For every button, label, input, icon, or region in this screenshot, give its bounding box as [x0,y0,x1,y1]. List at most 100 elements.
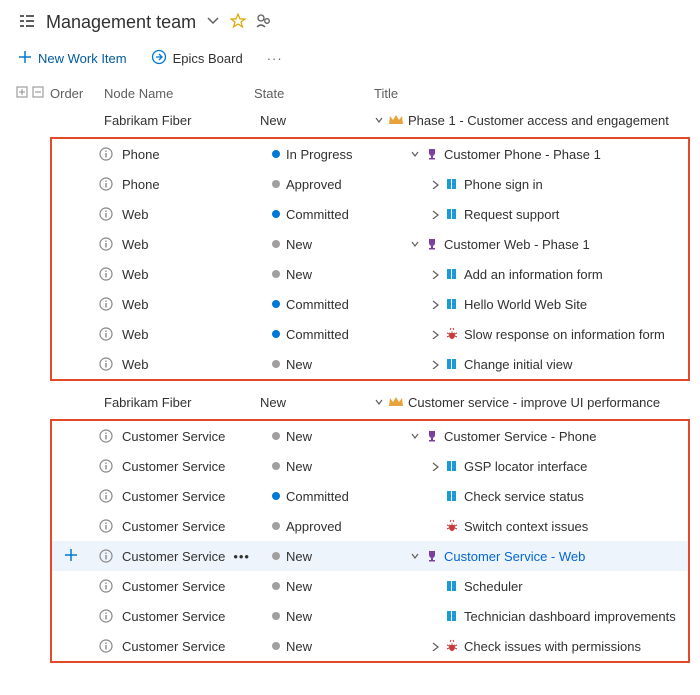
state-dot [272,360,280,368]
node-name: Web [122,267,149,282]
work-item-title[interactable]: Check service status [464,489,584,504]
tree-collapse-icon[interactable] [410,429,420,444]
info-icon[interactable] [90,489,122,503]
expand-all-button[interactable] [16,86,28,101]
work-item-row[interactable]: WebNewAdd an information form [52,259,688,289]
tree-collapse-icon[interactable] [410,237,420,252]
info-icon[interactable] [90,579,122,593]
work-item-row[interactable]: Web Committed Request support [52,199,688,229]
tree-expand-icon[interactable] [430,357,440,372]
state-dot [272,612,280,620]
state-dot [272,180,280,188]
tree-expand-icon[interactable] [430,207,440,222]
favorite-star-icon[interactable] [230,13,246,32]
work-item-row[interactable]: Customer Service•••NewCustomer Service -… [52,541,688,571]
work-item-row[interactable]: Customer ServiceNewGSP locator interface [52,451,688,481]
work-item-title[interactable]: Technician dashboard improvements [464,609,676,624]
work-item-title[interactable]: Customer Phone - Phase 1 [444,147,601,162]
info-icon[interactable] [90,609,122,623]
tree-expand-icon[interactable] [430,639,440,654]
col-node[interactable]: Node Name [104,86,254,101]
info-icon[interactable] [90,459,122,473]
epic-title[interactable]: Customer service - improve UI performanc… [408,395,660,410]
epics-board-button[interactable]: Epics Board [151,49,243,68]
work-item-title[interactable]: Customer Web - Phase 1 [444,237,590,252]
work-item-title[interactable]: Hello World Web Site [464,297,587,312]
bug-icon [444,639,460,653]
group-highlight: PhoneIn ProgressCustomer Phone - Phase 1… [50,137,690,381]
info-icon[interactable] [90,207,122,221]
backlog-item-icon [444,609,460,623]
state-label: New [286,237,312,252]
info-icon[interactable] [90,519,122,533]
work-item-title[interactable]: Change initial view [464,357,572,372]
epic-row[interactable]: Fabrikam FiberNewCustomer service - impr… [0,387,700,417]
tree-collapse-icon[interactable] [374,395,384,410]
tree-expand-icon[interactable] [430,297,440,312]
info-icon[interactable] [90,549,122,563]
work-item-row[interactable]: Customer ServiceNewScheduler [52,571,688,601]
info-icon[interactable] [90,177,122,191]
title-dropdown[interactable] [206,14,220,31]
new-work-item-button[interactable]: New Work Item [18,50,127,67]
work-item-title[interactable]: Customer Service - Phone [444,429,596,444]
work-item-row[interactable]: PhoneIn ProgressCustomer Phone - Phase 1 [52,139,688,169]
info-icon[interactable] [90,297,122,311]
tree-collapse-icon[interactable] [410,147,420,162]
work-item-title[interactable]: Customer Service - Web [444,549,585,564]
epic-row[interactable]: Fabrikam FiberNewPhase 1 - Customer acce… [0,105,700,135]
col-title[interactable]: Title [374,86,700,101]
tree-collapse-icon[interactable] [410,549,420,564]
tree-expand-icon[interactable] [430,267,440,282]
state-label: Committed [286,297,349,312]
arrow-right-circle-icon [151,49,167,68]
backlog-item-icon [444,297,460,311]
info-icon[interactable] [90,357,122,371]
node-name: Web [122,207,149,222]
work-item-row[interactable]: WebCommittedHello World Web Site [52,289,688,319]
state-dot [272,582,280,590]
collapse-all-button[interactable] [32,86,44,101]
col-order[interactable]: Order [50,86,104,101]
work-item-row[interactable]: WebCommittedSlow response on information… [52,319,688,349]
info-icon[interactable] [90,429,122,443]
bug-icon [444,519,460,533]
trophy-icon [424,549,440,563]
work-item-title[interactable]: Scheduler [464,579,523,594]
col-state[interactable]: State [254,86,374,101]
work-item-row[interactable]: WebNewChange initial view [52,349,688,379]
toolbar-more-button[interactable]: ··· [267,51,283,66]
work-item-row[interactable]: Customer ServiceApprovedSwitch context i… [52,511,688,541]
tree-expand-icon[interactable] [430,459,440,474]
work-item-row[interactable]: WebNewCustomer Web - Phase 1 [52,229,688,259]
state-dot [272,522,280,530]
info-icon[interactable] [90,267,122,281]
row-more-button[interactable]: ••• [233,549,250,564]
add-row-button[interactable] [64,548,78,565]
work-item-title[interactable]: Switch context issues [464,519,588,534]
work-item-title[interactable]: Phone sign in [464,177,543,192]
work-item-title[interactable]: Slow response on information form [464,327,665,342]
work-item-row[interactable]: Customer ServiceNewTechnician dashboard … [52,601,688,631]
info-icon[interactable] [90,237,122,251]
work-item-title[interactable]: Request support [464,207,559,222]
tree-collapse-icon[interactable] [374,113,384,128]
work-item-title[interactable]: GSP locator interface [464,459,587,474]
epic-title[interactable]: Phase 1 - Customer access and engagement [408,113,669,128]
column-header-row: Order Node Name State Title [0,82,700,105]
page-title: Management team [46,12,196,33]
state-label: Committed [286,207,349,222]
info-icon[interactable] [90,147,122,161]
tree-expand-icon[interactable] [430,327,440,342]
work-item-row[interactable]: Customer ServiceNewCustomer Service - Ph… [52,421,688,451]
work-item-row[interactable]: Customer ServiceCommittedCheck service s… [52,481,688,511]
tree-expand-icon[interactable] [430,177,440,192]
work-item-title[interactable]: Check issues with permissions [464,639,641,654]
work-item-row[interactable]: PhoneApprovedPhone sign in [52,169,688,199]
team-icon[interactable] [256,13,272,32]
info-icon[interactable] [90,327,122,341]
state-label: Approved [286,519,342,534]
work-item-title[interactable]: Add an information form [464,267,603,282]
work-item-row[interactable]: Customer ServiceNewCheck issues with per… [52,631,688,661]
info-icon[interactable] [90,639,122,653]
